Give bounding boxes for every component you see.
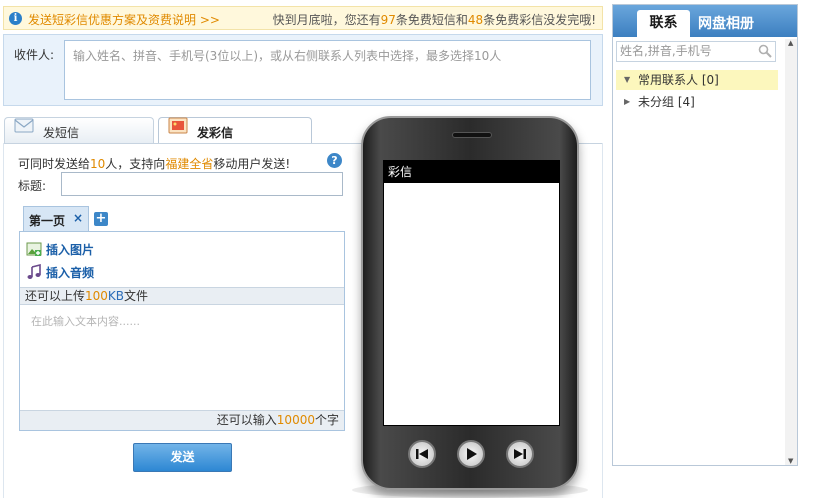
page-tab-label: 第一页 [29,214,66,228]
promo-link[interactable]: 发送短彩信优惠方案及资费说明 >> [28,11,220,28]
tab-cloud-album[interactable]: 网盘相册 [698,13,754,33]
sidebar-tabbar: 联系 网盘相册 [613,5,797,37]
help-icon[interactable]: ? [327,153,342,168]
contacts-sidebar: 联系 网盘相册 姓名,拼音,手机号 ▼ 常用联系人 [0] ▶ 未分组 [4] … [612,4,798,466]
sms-free-count: 97 [380,13,396,27]
tab-label: 发彩信 [197,126,234,140]
send-button[interactable]: 发送 [133,443,232,472]
picture-envelope-icon [168,117,188,134]
counter-suffix: 个字 [314,413,339,427]
tab-send-sms[interactable]: 发短信 [4,117,154,143]
contact-search-input[interactable]: 姓名,拼音,手机号 [616,41,776,62]
upload-suffix: 文件 [124,289,149,303]
sidebar-scrollbar[interactable]: ▲ ▼ [785,39,797,465]
phone-screen-title: 彩信 [384,161,559,183]
envelope-icon [14,118,34,133]
picture-icon [26,242,42,256]
quota-suffix: 条免费彩信没发完哦! [483,13,596,27]
hint-prefix: 可同时发送给 [18,157,91,171]
skip-previous-icon [416,449,428,459]
scroll-down-icon[interactable]: ▼ [788,457,793,465]
phone-preview: 彩信 [361,116,579,490]
group-label: 未分组 [4] [638,95,695,109]
hint-region: 福建全省 [165,157,214,171]
previous-button[interactable] [408,440,436,468]
phone-screen: 彩信 [383,160,560,426]
tab-label: 发短信 [43,126,80,140]
close-icon[interactable]: × [73,211,83,225]
insert-audio-label: 插入音频 [46,266,95,280]
hint-count: 10 [90,157,106,171]
phone-speaker [452,132,492,138]
group-ungrouped[interactable]: ▶ 未分组 [4] [616,92,778,112]
expanded-arrow-icon: ▼ [624,75,631,84]
insert-image-button[interactable]: 插入图片 [26,240,146,258]
quota-mid: 条免费短信和 [395,13,468,27]
group-frequent-contacts[interactable]: ▼ 常用联系人 [0] [616,70,778,90]
tab-contacts[interactable]: 联系 [637,10,690,37]
counter-prefix: 还可以输入 [216,413,277,427]
group-label: 常用联系人 [0] [638,73,719,87]
recipient-input[interactable]: 输入姓名、拼音、手机号(3位以上)，或从右侧联系人列表中选择，最多选择10人 [64,40,591,100]
upload-size: 100 [85,289,108,303]
recipient-label: 收件人: [14,48,55,62]
scroll-up-icon[interactable]: ▲ [788,39,793,47]
title-label: 标题: [18,179,47,193]
message-textarea[interactable]: 在此输入文本内容...... [20,306,344,410]
notice-bar: i 发送短彩信优惠方案及资费说明 >> 快到月底啦，您还有97条免费短信和48条… [3,6,603,30]
upload-unit: KB [107,289,125,303]
recipient-section: 收件人: 输入姓名、拼音、手机号(3位以上)，或从右侧联系人列表中选择，最多选择… [3,34,603,106]
insert-audio-button[interactable]: 插入音频 [26,263,146,281]
char-counter: 还可以输入10000个字 [20,410,344,430]
title-input[interactable] [61,172,343,196]
music-note-icon [27,264,41,279]
compose-hint: 可同时发送给10人，支持向福建全省移动用户发送! [18,155,290,172]
collapsed-arrow-icon: ▶ [624,97,631,106]
mms-free-count: 48 [467,13,484,27]
next-button[interactable] [506,440,534,468]
free-quota-text: 快到月底啦，您还有97条免费短信和48条免费彩信没发完哦! [273,11,596,28]
hint-suffix: 移动用户发送! [213,157,291,171]
quota-prefix: 快到月底啦，您还有 [272,13,381,27]
play-icon [467,448,477,460]
hint-mid: 人，支持向 [105,157,166,171]
skip-next-icon [514,449,526,459]
mms-editor: 插入图片 插入音频 还可以上传100KB文件 在此输入文本内容...... 还可… [19,231,345,431]
upload-prefix: 还可以上传 [25,289,86,303]
search-icon[interactable] [758,44,772,58]
tab-send-mms[interactable]: 发彩信 [158,117,312,144]
upload-limit-bar: 还可以上传100KB文件 [20,287,344,305]
page-tab-1[interactable]: 第一页 × [23,206,89,231]
play-button[interactable] [457,440,485,468]
insert-image-label: 插入图片 [46,243,95,257]
info-icon: i [9,12,22,25]
add-page-icon[interactable]: + [94,212,108,226]
counter-value: 10000 [276,413,315,427]
